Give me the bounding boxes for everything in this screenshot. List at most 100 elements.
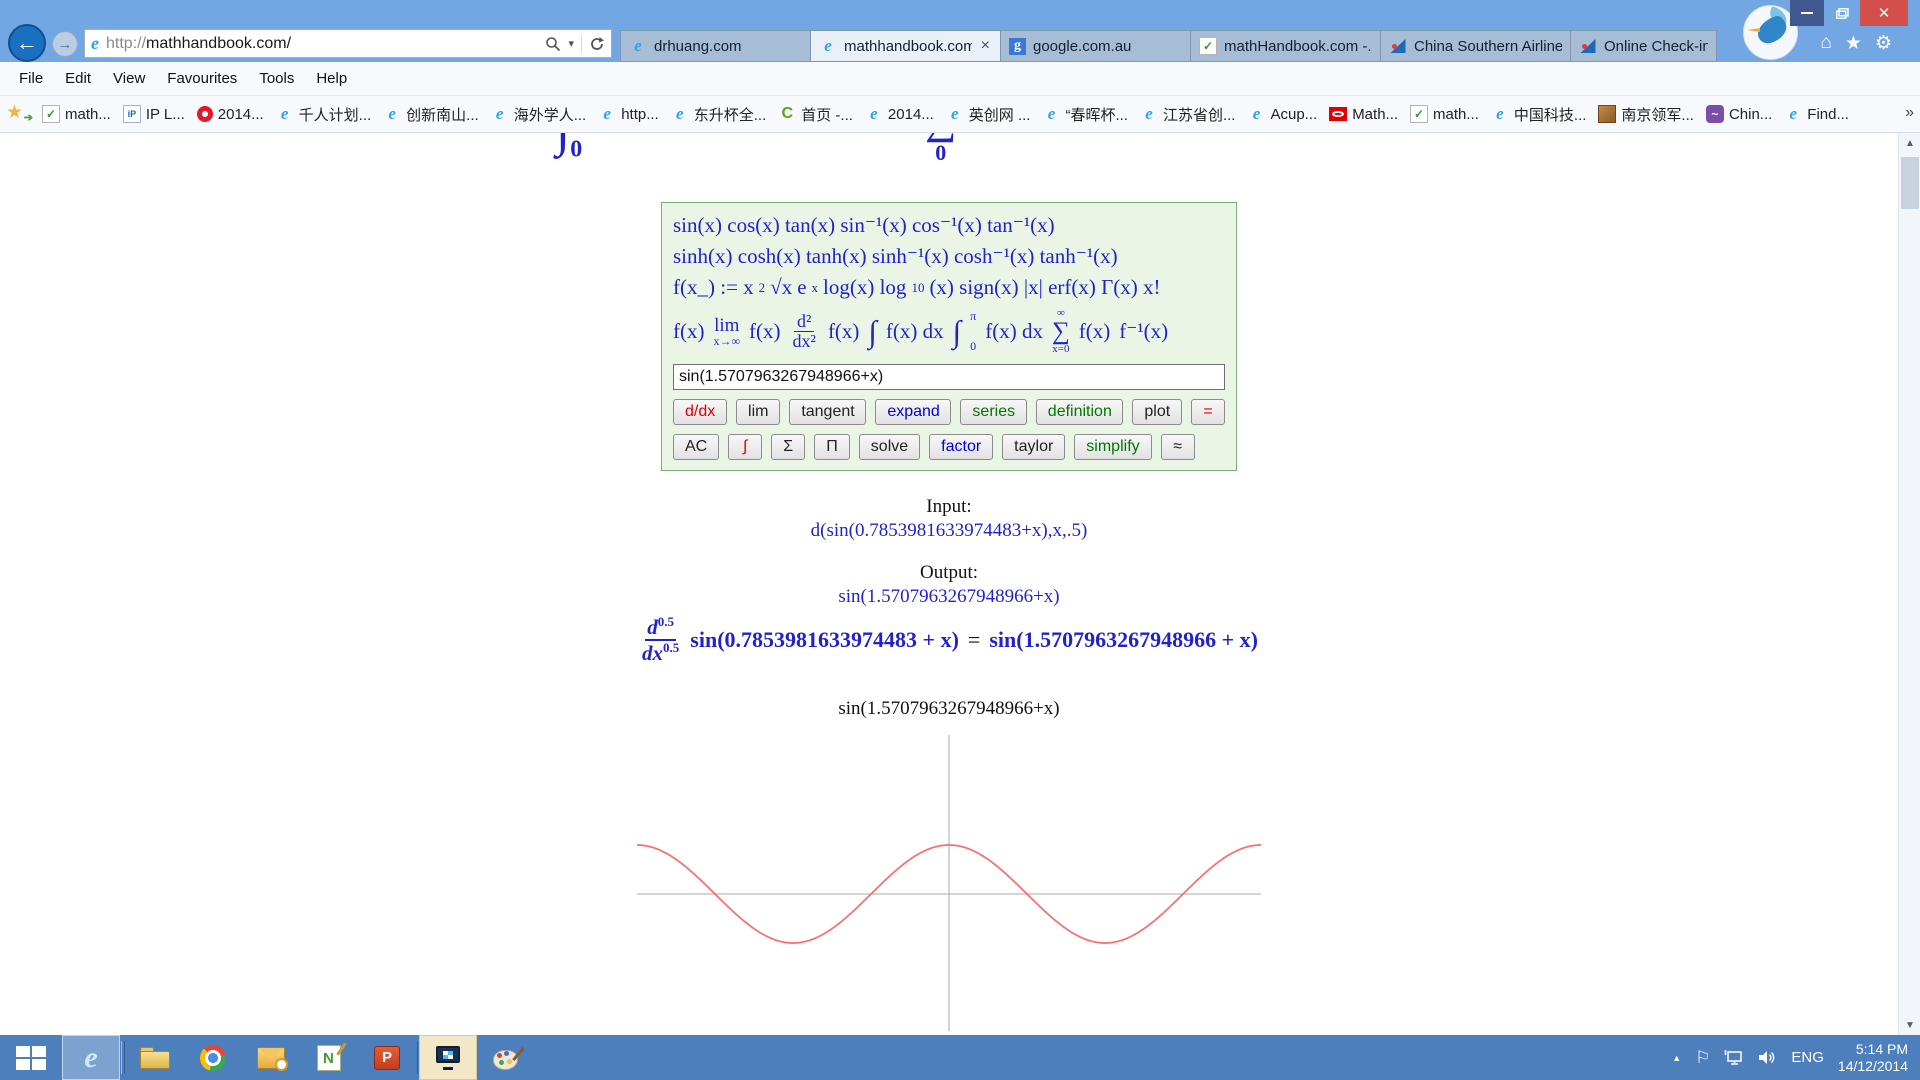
menu-edit[interactable]: Edit <box>54 70 102 87</box>
expression-input[interactable] <box>673 364 1225 390</box>
approx-button[interactable]: ≈ <box>1161 434 1195 460</box>
vertical-scrollbar[interactable]: ▲ ▼ <box>1898 133 1920 1035</box>
home-icon[interactable]: ⌂ <box>1820 32 1831 55</box>
system-tray: ▲ ⚐ ENG 5:14 PM 14/12/2014 <box>1672 1035 1920 1080</box>
solve-button[interactable]: solve <box>859 434 920 460</box>
hyperbolic-functions-row[interactable]: sinh(x) cosh(x) tanh(x) sinh⁻¹(x) cosh⁻¹… <box>673 241 1225 272</box>
taskbar-clock[interactable]: 5:14 PM 14/12/2014 <box>1838 1041 1908 1075</box>
taskbar-notepad-plus-plus[interactable]: N <box>300 1035 358 1080</box>
favorites-overflow-chevron[interactable]: » <box>1905 104 1914 122</box>
favorite-item[interactable]: ~Chin... <box>1700 102 1778 126</box>
volume-icon[interactable] <box>1758 1049 1777 1066</box>
sum-button[interactable]: Σ <box>771 434 805 460</box>
favorite-item[interactable]: e英创网 ... <box>940 101 1037 128</box>
address-bar[interactable]: e http://mathhandbook.com/ ▾ <box>84 29 612 58</box>
menu-favourites[interactable]: Favourites <box>156 70 248 87</box>
all-clear-button[interactable]: AC <box>673 434 719 460</box>
hidden-icons-arrow[interactable]: ▲ <box>1672 1053 1681 1063</box>
tab-google[interactable]: g google.com.au <box>1000 30 1190 62</box>
tab-china-southern[interactable]: China Southern Airline... <box>1380 30 1570 62</box>
network-icon[interactable] <box>1724 1049 1744 1066</box>
favorite-item[interactable]: e东升杯全... <box>665 101 773 128</box>
menu-help[interactable]: Help <box>305 70 358 87</box>
search-dropdown-caret[interactable]: ▾ <box>568 37 574 50</box>
menu-tools[interactable]: Tools <box>248 70 305 87</box>
taskbar-remote-desktop[interactable] <box>419 1035 477 1080</box>
refresh-icon[interactable] <box>589 36 605 52</box>
back-button[interactable]: ← <box>8 24 46 62</box>
favorite-item[interactable]: C首页 -... <box>772 101 859 128</box>
tab-online-checkin[interactable]: Online Check-in <box>1570 30 1717 62</box>
scrollbar-thumb[interactable] <box>1901 157 1919 209</box>
url-host: mathhandbook.com/ <box>146 35 291 52</box>
favorites-star-icon[interactable]: ★ <box>1845 32 1862 55</box>
taskbar-paint[interactable] <box>477 1035 535 1080</box>
favorite-item[interactable]: ehttp... <box>592 102 665 126</box>
tab-strip: e drhuang.com e mathhandbook.com × g goo… <box>620 30 1717 62</box>
output-expression[interactable]: sin(1.5707963267948966+x) <box>0 586 1898 608</box>
factor-button[interactable]: factor <box>929 434 993 460</box>
simplify-button[interactable]: simplify <box>1074 434 1151 460</box>
minimize-button[interactable] <box>1790 0 1824 26</box>
action-center-flag-icon[interactable]: ⚐ <box>1695 1048 1710 1068</box>
taylor-button[interactable]: taylor <box>1002 434 1065 460</box>
favorite-item[interactable]: e千人计划... <box>270 101 378 128</box>
search-icon[interactable] <box>545 36 561 52</box>
settings-gear-icon[interactable]: ⚙ <box>1875 32 1892 55</box>
close-button[interactable]: ✕ <box>1860 0 1908 26</box>
favorite-item[interactable]: e江苏省创... <box>1134 101 1242 128</box>
scroll-up-arrow[interactable]: ▲ <box>1899 133 1920 153</box>
forward-button[interactable]: → <box>52 31 78 57</box>
integrate-button[interactable]: ∫ <box>728 434 762 460</box>
favorite-item[interactable]: eAcup... <box>1241 102 1323 126</box>
tab-mathhandbook[interactable]: e mathhandbook.com × <box>810 30 1000 62</box>
expand-button[interactable]: expand <box>875 399 951 425</box>
plot-button[interactable]: plot <box>1132 399 1182 425</box>
url-text[interactable]: http://mathhandbook.com/ <box>106 35 545 53</box>
derivative-button[interactable]: d/dx <box>673 399 727 425</box>
formula-lhs: sin(0.7853981633974483 + x) <box>690 627 959 653</box>
scroll-down-arrow[interactable]: ▼ <box>1899 1015 1920 1035</box>
favorite-item[interactable]: e“春晖杯... <box>1036 101 1134 128</box>
airline-icon <box>1579 37 1597 55</box>
taskbar-outlook[interactable] <box>242 1035 300 1080</box>
favorite-item[interactable]: Math... <box>1323 103 1404 126</box>
trig-functions-row[interactable]: sin(x) cos(x) tan(x) sin⁻¹(x) cos⁻¹(x) t… <box>673 210 1225 241</box>
favorite-item[interactable]: e中国科技... <box>1485 101 1593 128</box>
start-button[interactable] <box>0 1035 62 1080</box>
tab-close-icon[interactable]: × <box>979 37 992 55</box>
favorite-item[interactable]: e2014... <box>859 102 940 126</box>
add-favorite-icon[interactable]: ★ ➔ <box>6 103 32 125</box>
definition-button[interactable]: definition <box>1036 399 1124 425</box>
series-button[interactable]: series <box>960 399 1026 425</box>
taskbar-chrome[interactable] <box>184 1035 242 1080</box>
taskbar-powerpoint[interactable]: P <box>358 1035 416 1080</box>
restore-button[interactable] <box>1824 0 1860 26</box>
product-button[interactable]: Π <box>814 434 850 460</box>
favorite-item[interactable]: 2014... <box>191 103 270 126</box>
favorite-item[interactable]: e海外学人... <box>485 101 593 128</box>
bird-beak-icon <box>1747 28 1760 32</box>
favorite-item[interactable]: ✓math... <box>1404 102 1485 126</box>
tab-drhuang[interactable]: e drhuang.com <box>620 30 810 62</box>
favorite-item[interactable]: 南京领军... <box>1592 101 1700 128</box>
favorite-item[interactable]: ✓math... <box>36 102 117 126</box>
menu-file[interactable]: File <box>8 70 54 87</box>
ie-icon: e <box>1247 105 1265 123</box>
favorite-item[interactable]: e创新南山... <box>377 101 485 128</box>
taskbar-file-explorer[interactable] <box>126 1035 184 1080</box>
elementary-functions-row[interactable]: f(x_) := x2 √x ex log(x) log10 (x) sign(… <box>673 272 1225 303</box>
menu-view[interactable]: View <box>102 70 156 87</box>
ie-icon: e <box>946 105 964 123</box>
favorite-item[interactable]: iPIP L... <box>117 102 191 126</box>
url-scheme: http:// <box>106 35 146 52</box>
calculus-operators-row[interactable]: f(x) lim x→∞ f(x) d² dx² f(x) ∫ f(x) dx … <box>673 303 1225 359</box>
language-indicator[interactable]: ENG <box>1791 1049 1824 1066</box>
equals-button[interactable]: = <box>1191 399 1225 425</box>
tangent-button[interactable]: tangent <box>789 399 866 425</box>
tab-mathhandbook-2[interactable]: ✓ mathHandbook.com -... <box>1190 30 1380 62</box>
taskbar-internet-explorer[interactable]: e <box>62 1035 120 1080</box>
favorite-item[interactable]: eFind... <box>1778 102 1855 126</box>
input-expression[interactable]: d(sin(0.7853981633974483+x),x,.5) <box>0 520 1898 542</box>
limit-button[interactable]: lim <box>736 399 780 425</box>
